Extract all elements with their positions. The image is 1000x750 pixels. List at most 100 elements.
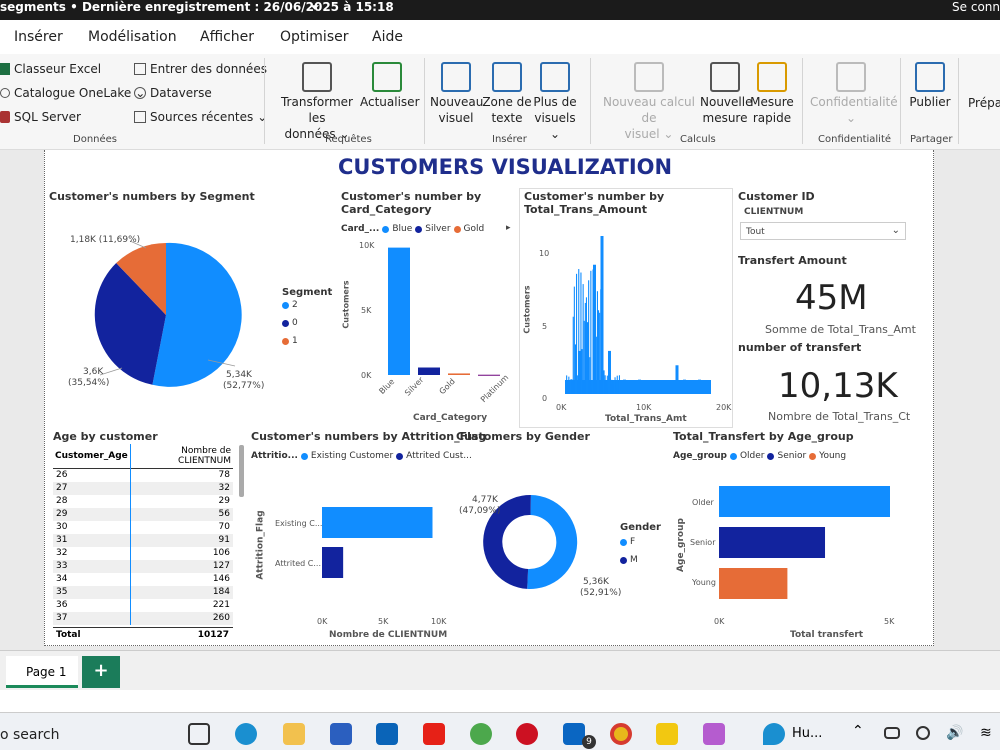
recent-sources-button[interactable]: Sources récentes ⌄ (134, 110, 267, 124)
bar-attrited[interactable] (322, 547, 344, 578)
bar-blue[interactable] (388, 247, 410, 375)
snipping-tool-icon[interactable] (703, 723, 725, 745)
trans-bar[interactable] (601, 339, 603, 394)
trans-bar[interactable] (592, 269, 594, 394)
table-scrollbar[interactable] (239, 445, 244, 497)
trans-bar[interactable] (605, 392, 607, 394)
trans-bar[interactable] (567, 389, 569, 394)
utorrent-icon[interactable] (470, 723, 492, 745)
trans-bar[interactable] (623, 379, 626, 394)
trans-bar[interactable] (596, 291, 598, 394)
bar-gold[interactable] (448, 373, 470, 375)
sign-in-link[interactable]: Se conn (952, 0, 1000, 15)
trans-bar[interactable] (683, 379, 686, 394)
trans-bar[interactable] (573, 286, 575, 394)
table-row[interactable]: 34 146 (53, 572, 233, 586)
trans-bar[interactable] (618, 375, 620, 394)
transform-data-button[interactable]: Transformer les données ⌄ (275, 62, 359, 142)
bar-young[interactable] (719, 568, 788, 599)
outlook-icon[interactable] (376, 723, 398, 745)
add-page-button[interactable]: + (82, 656, 120, 688)
trans-bar[interactable] (614, 377, 616, 394)
powerbi-icon[interactable] (656, 723, 678, 745)
trans-bar[interactable] (578, 269, 580, 394)
trans-bar[interactable] (603, 370, 605, 394)
customer-id-slicer[interactable]: Tout ⌄ (740, 222, 906, 240)
table-row[interactable]: 37 260 (53, 611, 233, 625)
trans-bar[interactable] (598, 310, 600, 394)
publish-button[interactable]: Publier (906, 62, 954, 110)
weather-icon[interactable] (763, 723, 785, 745)
legend-item[interactable]: F (620, 537, 635, 547)
quick-measure-button[interactable]: Mesure rapide (750, 62, 794, 126)
trans-bar[interactable] (585, 297, 587, 394)
bar-senior[interactable] (719, 527, 826, 558)
trans-bar[interactable] (577, 375, 579, 394)
trans-bar[interactable] (566, 375, 568, 394)
table-row[interactable]: 31 91 (53, 533, 233, 547)
refresh-button[interactable]: Actualiser (360, 62, 420, 110)
trans-bar[interactable] (594, 276, 596, 394)
donut-slice-f[interactable] (527, 495, 578, 589)
tab-inserer[interactable]: Insérer (14, 29, 63, 45)
meet-icon[interactable] (916, 726, 930, 740)
trans-bar[interactable] (580, 272, 582, 394)
trans-bar[interactable] (606, 375, 608, 394)
table-row[interactable]: 27 32 (53, 481, 233, 495)
table-row[interactable]: 33 127 (53, 559, 233, 573)
taskbar-search[interactable]: o search (0, 727, 60, 743)
folder-icon[interactable] (283, 723, 305, 745)
enter-data-button[interactable]: Entrer des données (134, 62, 267, 76)
legend-item[interactable]: 2 (282, 300, 298, 310)
trans-bar[interactable] (591, 388, 593, 394)
trans-bar[interactable] (587, 327, 589, 394)
table-row[interactable]: 29 56 (53, 507, 233, 521)
trans-bar[interactable] (616, 375, 618, 394)
attrition-bar-chart[interactable] (322, 500, 462, 585)
trans-bar[interactable] (599, 312, 601, 394)
trans-area-chart[interactable] (563, 236, 718, 398)
card-bar-chart[interactable] (380, 240, 510, 378)
onelake-button[interactable]: Catalogue OneLake ⌄ (0, 86, 145, 100)
prepare-button[interactable]: Prépa (968, 96, 1000, 110)
column-header[interactable]: Nombre de CLIENTNUM (130, 444, 233, 469)
sensitivity-button[interactable]: Confidentialité ⌄ (810, 62, 898, 126)
trans-bar[interactable] (615, 387, 617, 394)
new-visual-button[interactable]: Nouveau visuel (430, 62, 483, 126)
legend-item[interactable]: 1 (282, 336, 298, 346)
store-icon[interactable] (330, 723, 352, 745)
trans-bar[interactable] (602, 275, 604, 394)
more-visuals-button[interactable]: Plus de visuels ⌄ (530, 62, 580, 142)
chevron-up-icon[interactable]: ⌃ (852, 723, 864, 739)
trans-bar[interactable] (607, 387, 609, 394)
title-chevron-icon[interactable]: ⏷ (310, 0, 320, 15)
weather-label[interactable]: Hu... (792, 726, 822, 741)
trans-bar[interactable] (579, 380, 581, 394)
textbox-button[interactable]: Zone de texte (482, 62, 532, 126)
trans-bar[interactable] (570, 379, 572, 394)
trans-bar[interactable] (675, 365, 679, 394)
table-row[interactable]: 36 221 (53, 598, 233, 612)
trans-bar[interactable] (569, 384, 571, 394)
legend-item[interactable]: M (620, 555, 638, 565)
table-row[interactable]: 32 106 (53, 546, 233, 560)
edge-icon[interactable] (235, 723, 257, 745)
dataverse-button[interactable]: Dataverse (134, 86, 212, 100)
trans-bar[interactable] (574, 344, 576, 394)
battery-icon[interactable] (884, 727, 900, 739)
trans-bar[interactable] (638, 379, 641, 394)
trans-bar[interactable] (617, 392, 619, 394)
trans-bar[interactable] (588, 280, 590, 394)
new-measure-button[interactable]: Nouvelle mesure (700, 62, 752, 126)
trans-bar[interactable] (613, 383, 615, 394)
table-row[interactable]: 30 70 (53, 520, 233, 534)
bar-older[interactable] (719, 486, 890, 517)
agegroup-bar-chart[interactable] (719, 482, 894, 602)
trans-bar[interactable] (611, 379, 613, 394)
trans-bar[interactable] (698, 379, 701, 394)
tab-modelisation[interactable]: Modélisation (88, 29, 177, 45)
tab-afficher[interactable]: Afficher (200, 29, 254, 45)
legend-next-icon[interactable]: ▸ (506, 223, 511, 233)
trans-bar[interactable] (568, 376, 570, 394)
trans-bar[interactable] (583, 320, 585, 394)
